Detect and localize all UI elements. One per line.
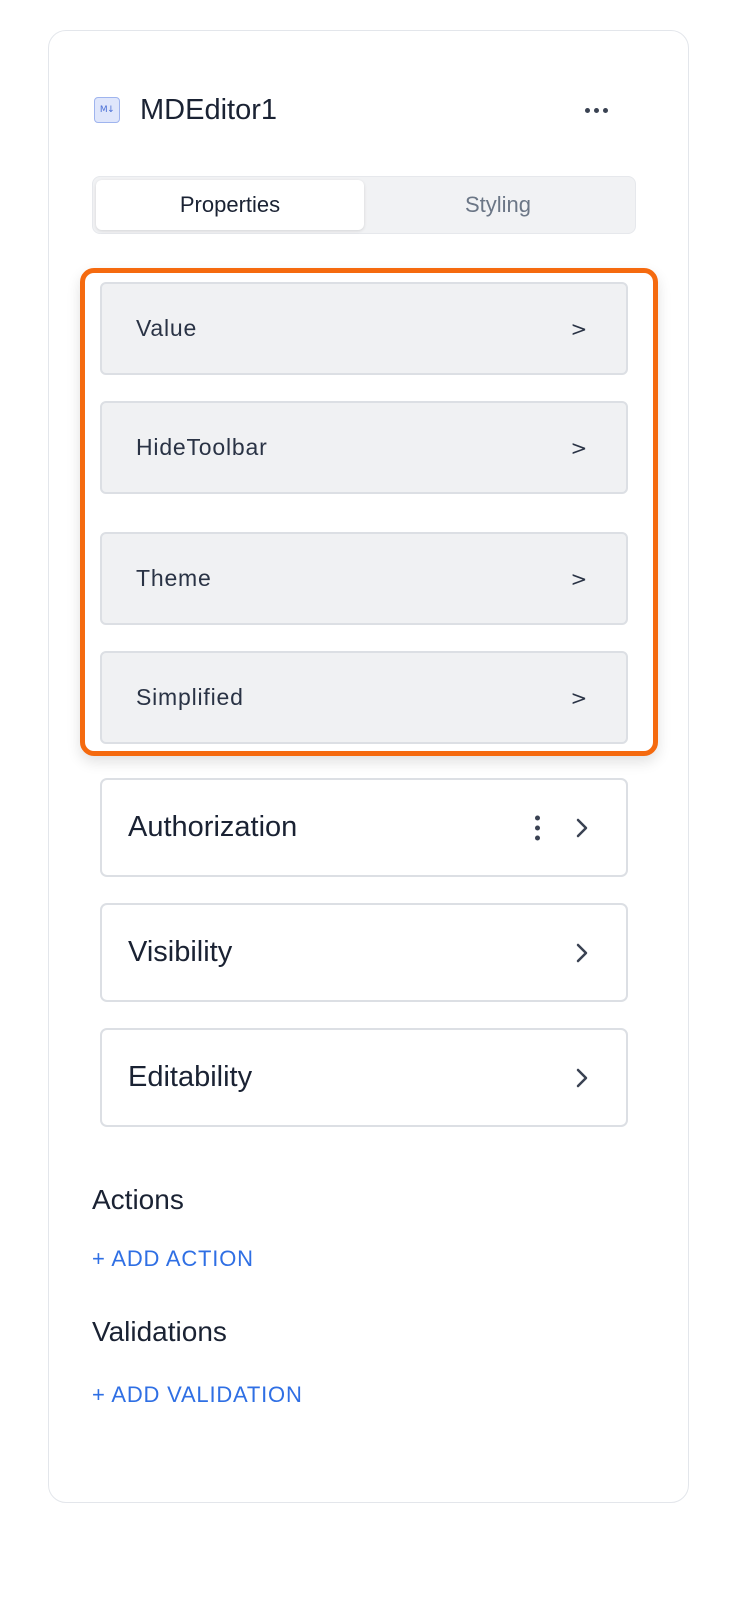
chevron-right-icon <box>576 943 588 962</box>
tab-styling[interactable]: Styling <box>364 180 632 230</box>
section-authorization[interactable]: Authorization <box>100 778 628 877</box>
add-action-link[interactable]: + ADD ACTION <box>92 1246 254 1272</box>
chevron-right-icon: > <box>570 435 588 460</box>
property-label: Simplified <box>136 684 244 710</box>
validations-heading: Validations <box>92 1316 227 1347</box>
tab-properties[interactable]: Properties <box>96 180 364 230</box>
panel-tabs: Properties Styling <box>92 176 636 234</box>
property-row-value[interactable]: Value > <box>100 282 628 375</box>
kebab-menu-icon[interactable] <box>532 815 542 840</box>
chevron-right-icon <box>576 818 588 837</box>
markdown-icon: M↓ <box>94 97 120 123</box>
property-label: Value <box>136 315 198 341</box>
section-label: Visibility <box>128 936 233 968</box>
section-visibility[interactable]: Visibility <box>100 903 628 1002</box>
property-label: HideToolbar <box>136 434 268 460</box>
property-row-theme[interactable]: Theme > <box>100 532 628 625</box>
section-label: Authorization <box>128 811 298 843</box>
property-row-hidetoolbar[interactable]: HideToolbar > <box>100 401 628 494</box>
more-horizontal-icon <box>584 107 590 113</box>
chevron-right-icon: > <box>570 566 588 591</box>
properties-panel <box>48 30 689 1503</box>
section-editability[interactable]: Editability <box>100 1028 628 1127</box>
section-label: Editability <box>128 1061 253 1093</box>
component-header: M↓ MDEditor1 <box>94 90 614 130</box>
actions-heading: Actions <box>92 1184 184 1215</box>
chevron-right-icon: > <box>570 685 588 710</box>
property-label: Theme <box>136 565 212 591</box>
property-row-simplified[interactable]: Simplified > <box>100 651 628 744</box>
add-validation-link[interactable]: + ADD VALIDATION <box>92 1382 303 1408</box>
chevron-right-icon: > <box>570 316 588 341</box>
component-name: MDEditor1 <box>140 93 277 126</box>
more-options-button[interactable] <box>578 96 614 124</box>
chevron-right-icon <box>576 1068 588 1087</box>
